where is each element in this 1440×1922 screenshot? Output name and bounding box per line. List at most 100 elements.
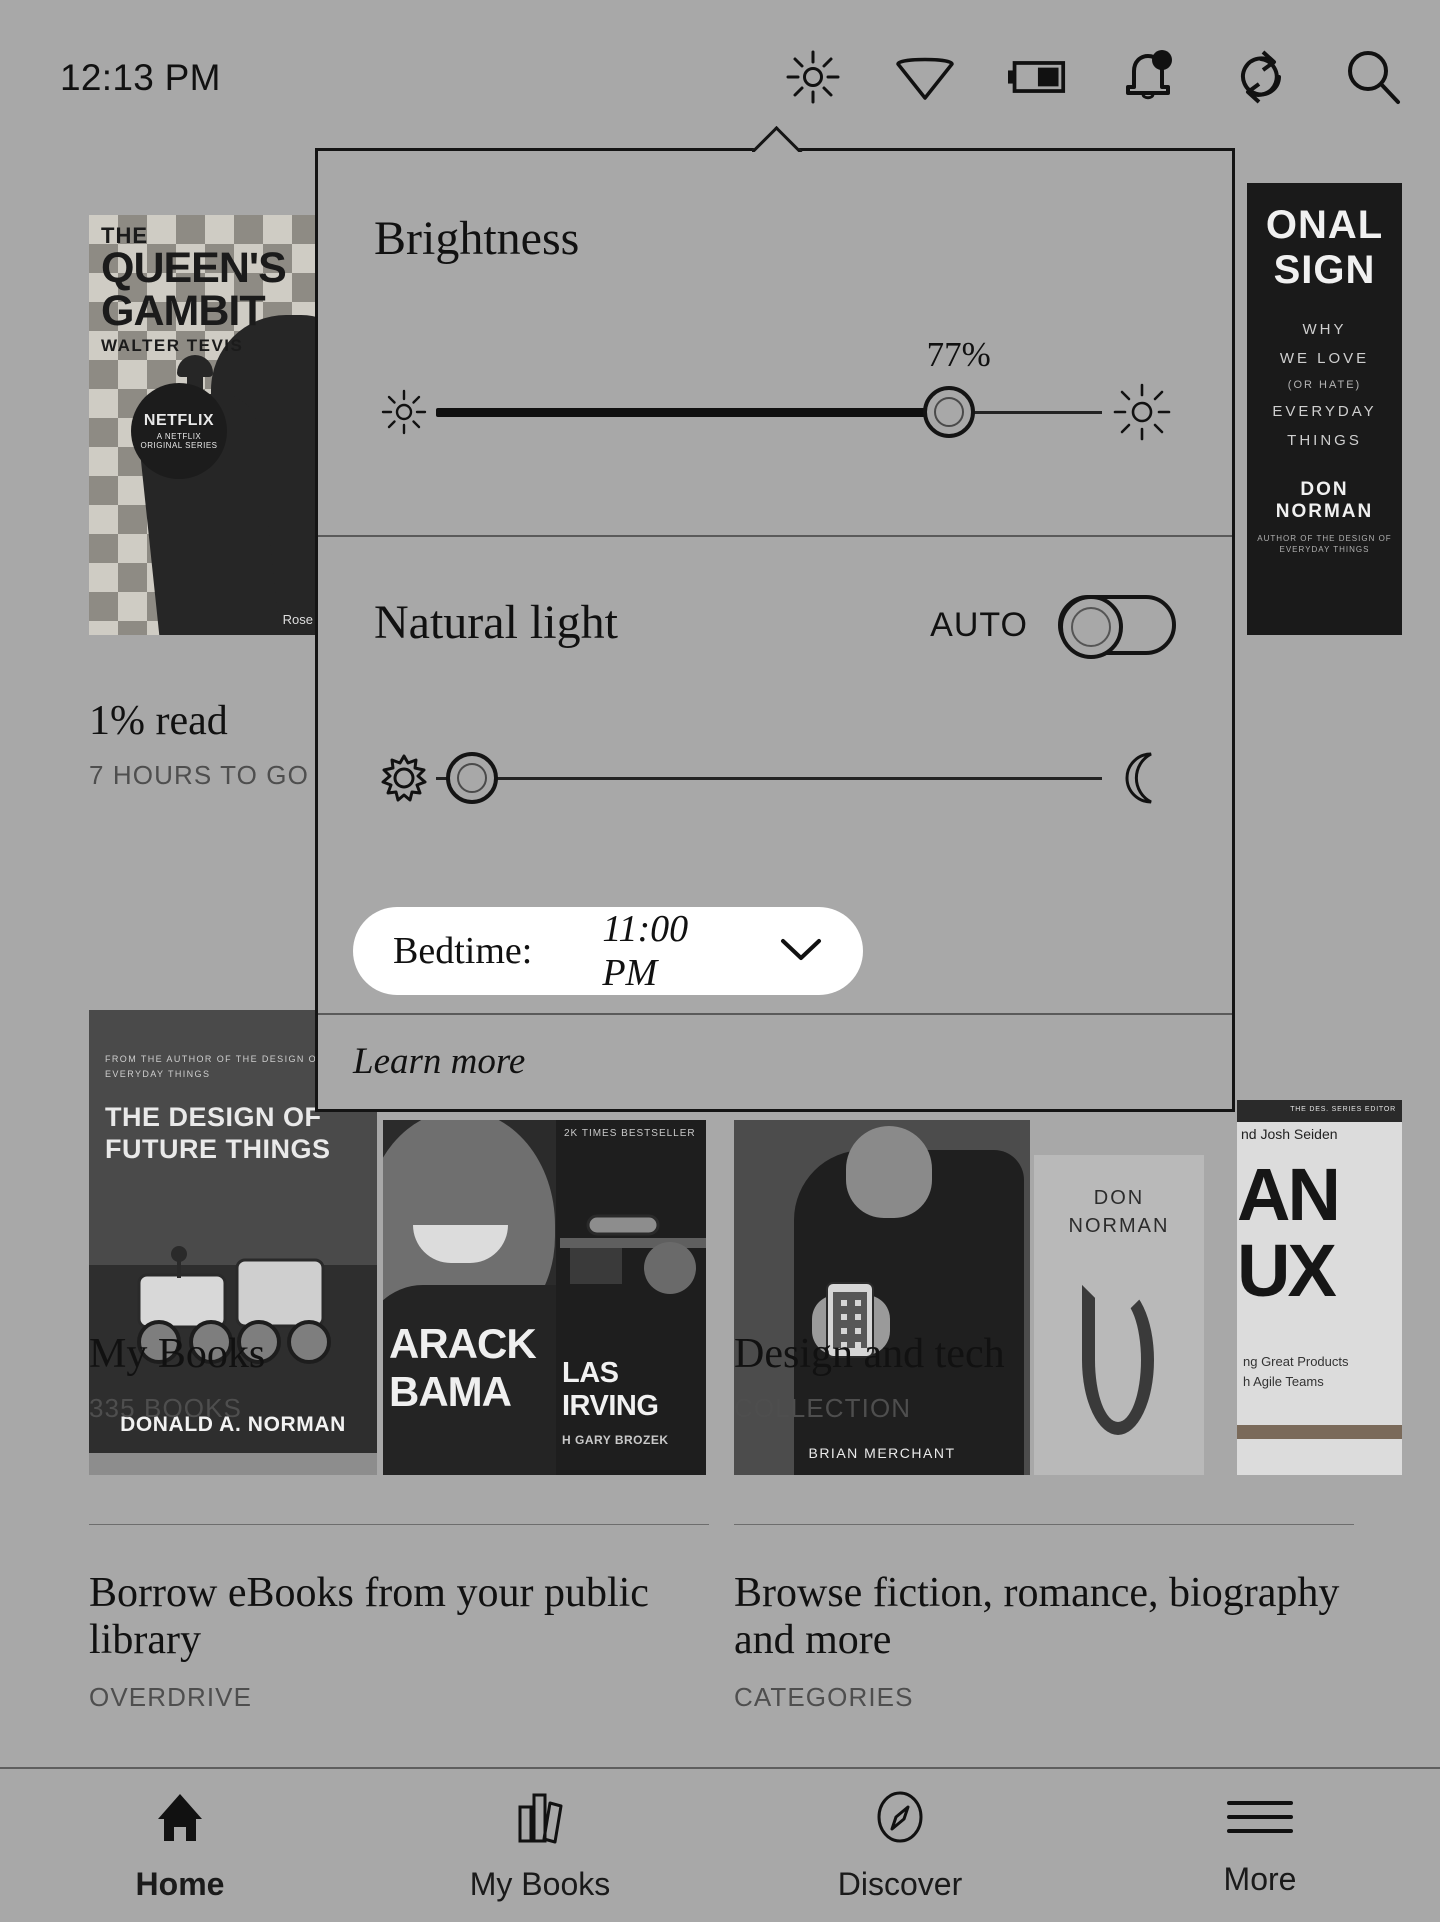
shelf-subtitle: COLLECTION bbox=[734, 1393, 912, 1423]
current-book-meta[interactable]: 1% read 7 HOURS TO GO bbox=[89, 700, 309, 791]
cover-subtitle: H GARY BROZEK bbox=[562, 1433, 669, 1447]
reading-progress: 1% read bbox=[89, 698, 228, 744]
book-cover-lean-ux[interactable]: THE DES. SERIES EDITOR nd Josh Seiden AN… bbox=[1237, 1100, 1402, 1475]
cover-subtitle: ng Great Products h Agile Teams bbox=[1243, 1352, 1398, 1391]
notifications-icon[interactable] bbox=[1120, 46, 1178, 108]
netflix-badge: NETFLIX A NETFLIX ORIGINAL SERIES bbox=[131, 383, 227, 479]
cover-line1: ONAL bbox=[1265, 203, 1384, 247]
nav-item-my-books[interactable]: My Books bbox=[360, 1769, 720, 1922]
search-icon[interactable] bbox=[1344, 46, 1402, 108]
badge-line2: A NETFLIX bbox=[156, 432, 202, 441]
cover-teapot bbox=[1082, 1285, 1154, 1435]
bedtime-value: 11:00 PM bbox=[602, 908, 689, 994]
status-icon-group bbox=[784, 46, 1402, 108]
brightness-slider-knob[interactable] bbox=[922, 386, 975, 438]
brightness-slider-row[interactable]: 77% bbox=[372, 335, 1182, 443]
shelf-subtitle: 335 BOOKS bbox=[89, 1393, 242, 1423]
cover-line2: UX bbox=[1237, 1229, 1337, 1312]
shelf-design-and-tech[interactable]: Design and tech COLLECTION bbox=[734, 1333, 1005, 1424]
cover-subtitle-line1: ng Great Products bbox=[1243, 1354, 1349, 1369]
brightness-icon[interactable] bbox=[784, 46, 842, 108]
auto-toggle[interactable] bbox=[1058, 595, 1176, 659]
cover-line6: EVERYDAY bbox=[1272, 403, 1377, 420]
shelf-title: Design and tech bbox=[734, 1331, 1005, 1377]
compass-icon bbox=[872, 1789, 928, 1850]
learn-more-link[interactable]: Learn more bbox=[353, 1040, 525, 1083]
link-subtitle: OVERDRIVE bbox=[89, 1682, 253, 1713]
bottom-navigation: Home My Books Discover More bbox=[0, 1767, 1440, 1922]
nav-item-more[interactable]: More bbox=[1080, 1769, 1440, 1922]
brightness-section: Brightness 77% bbox=[318, 151, 1232, 535]
moon-icon[interactable] bbox=[1102, 747, 1182, 809]
cover-line2: QUEEN'S bbox=[101, 244, 287, 292]
nav-label-my-books: My Books bbox=[469, 1865, 611, 1902]
cover-author2: NORMAN bbox=[1068, 1215, 1170, 1237]
sun-small-icon[interactable] bbox=[372, 381, 436, 443]
nav-item-discover[interactable]: Discover bbox=[720, 1769, 1080, 1922]
cover-footer: AUTHOR OF THE DESIGN OF EVERYDAY THINGS bbox=[1257, 534, 1392, 555]
sync-icon[interactable] bbox=[1232, 46, 1290, 108]
warmth-track-background bbox=[436, 776, 1102, 780]
cover-kicker: 2K TIMES BESTSELLER bbox=[564, 1128, 696, 1139]
cover-line3: WHY bbox=[1302, 321, 1347, 338]
bedtime-label: Bedtime: bbox=[393, 930, 533, 972]
auto-toggle-knob[interactable] bbox=[1059, 595, 1123, 659]
cover-title-block: THE QUEEN'S GAMBIT WALTER TEVIS bbox=[101, 225, 309, 355]
sun-warm-icon[interactable] bbox=[372, 747, 436, 809]
cover-line1: AN bbox=[1237, 1153, 1341, 1236]
panel-arrow-notch bbox=[752, 126, 804, 152]
nav-label-discover: Discover bbox=[837, 1865, 963, 1902]
ereader-screen: 12:13 PM THE QUEEN'S GAMBIT WALTER TEVIS… bbox=[0, 0, 1440, 1922]
warmth-track[interactable] bbox=[436, 752, 1102, 804]
book-cover-american-sniper[interactable]: 2K TIMES BESTSELLER LAS IRVING H GARY BR… bbox=[556, 1120, 706, 1475]
auto-label: AUTO bbox=[930, 605, 1028, 644]
home-icon bbox=[152, 1789, 208, 1850]
nav-item-home[interactable]: Home bbox=[0, 1769, 360, 1922]
cover-line2: SIGN bbox=[1273, 248, 1376, 292]
book-cover-queens-gambit[interactable]: THE QUEEN'S GAMBIT WALTER TEVIS NETFLIX … bbox=[89, 215, 321, 635]
nav-label-more: More bbox=[1223, 1860, 1297, 1897]
warmth-slider-knob[interactable] bbox=[445, 752, 498, 804]
books-icon bbox=[512, 1789, 568, 1850]
brightness-percent-label: 77% bbox=[926, 335, 991, 374]
cover-author: WALTER TEVIS bbox=[101, 336, 244, 355]
chevron-down-icon[interactable] bbox=[779, 935, 823, 968]
cover-line2: BAMA bbox=[389, 1368, 512, 1415]
shelf-title: My Books bbox=[89, 1331, 266, 1377]
cover-line1: ARACK bbox=[389, 1320, 537, 1367]
warmth-slider-row[interactable] bbox=[372, 747, 1182, 809]
panel-divider-2 bbox=[318, 1013, 1232, 1015]
cover-head bbox=[846, 1126, 932, 1218]
status-bar: 12:13 PM bbox=[0, 0, 1440, 155]
cover-bottom-bar bbox=[89, 1453, 377, 1475]
link-title: Browse fiction, romance, biography and m… bbox=[734, 1570, 1340, 1664]
link-subtitle: CATEGORIES bbox=[734, 1682, 914, 1713]
auto-toggle-group[interactable]: AUTO bbox=[930, 595, 1176, 659]
link-overdrive[interactable]: Borrow eBooks from your public library O… bbox=[89, 1570, 689, 1713]
book-cover-a-promised-land[interactable]: ARACK BAMA bbox=[383, 1120, 571, 1475]
book-cover-emotional-design[interactable]: ONAL SIGN WHY WE LOVE (OR HATE) EVERYDAY… bbox=[1247, 183, 1402, 635]
cover-author1: DON bbox=[1093, 1187, 1145, 1209]
cover-line4: WE LOVE bbox=[1279, 350, 1370, 367]
sun-large-icon[interactable] bbox=[1102, 381, 1182, 443]
link-categories[interactable]: Browse fiction, romance, biography and m… bbox=[734, 1570, 1354, 1713]
cover-authors: nd Josh Seiden bbox=[1241, 1126, 1338, 1142]
cover-author2: NORMAN bbox=[1275, 501, 1374, 522]
brightness-settings-panel: Brightness 77% Natural light AUTO Bedtim… bbox=[315, 148, 1235, 1112]
wifi-icon[interactable] bbox=[896, 46, 954, 108]
book-cover-everyday-things[interactable]: DON NORMAN bbox=[1034, 1155, 1204, 1475]
battery-icon[interactable] bbox=[1008, 46, 1066, 108]
cover-author1: DON bbox=[1300, 479, 1349, 500]
bedtime-selector[interactable]: Bedtime: 11:00 PM bbox=[353, 907, 863, 995]
shelf-my-books[interactable]: My Books 335 BOOKS bbox=[89, 1333, 265, 1424]
cover-accent-bar bbox=[1237, 1425, 1402, 1439]
cover-author: BRIAN MERCHANT bbox=[808, 1445, 956, 1461]
cover-line3: GAMBIT bbox=[101, 287, 266, 335]
badge-line1: NETFLIX bbox=[143, 412, 215, 429]
brightness-track[interactable]: 77% bbox=[436, 335, 1102, 438]
hamburger-icon bbox=[1225, 1794, 1295, 1845]
cover-title: LAS IRVING bbox=[562, 1357, 659, 1422]
cover-line5: (OR HATE) bbox=[1287, 379, 1362, 391]
status-clock: 12:13 PM bbox=[60, 57, 221, 98]
nav-label-home: Home bbox=[135, 1865, 225, 1902]
